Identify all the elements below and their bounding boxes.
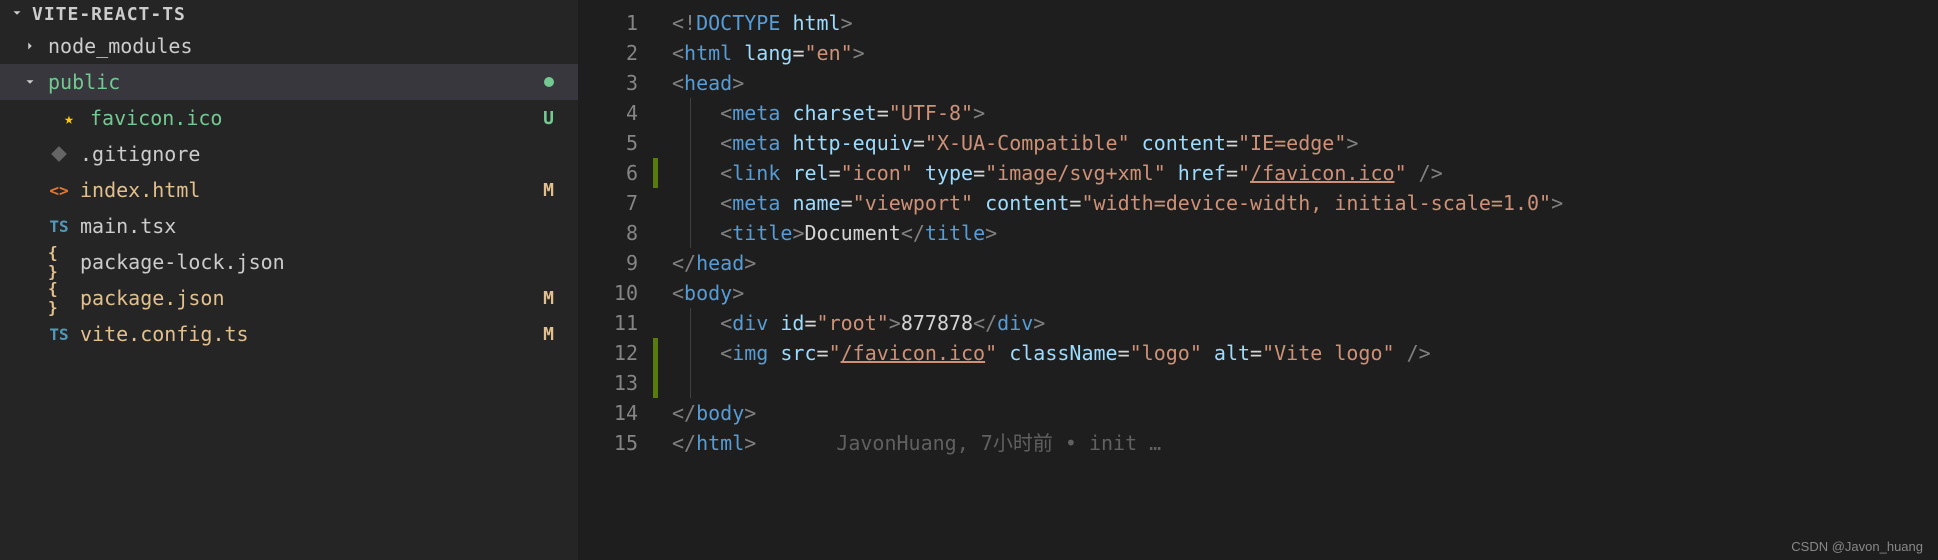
spacer [32, 110, 48, 126]
tree-item-main-tsx[interactable]: TS main.tsx [0, 208, 578, 244]
spacer [22, 326, 38, 342]
code-line[interactable] [672, 368, 1938, 398]
tree-item-public[interactable]: public [0, 64, 578, 100]
modified-line-indicator [653, 338, 658, 368]
code-line[interactable]: <head> [672, 68, 1938, 98]
tree-item-package-lock-json[interactable]: { } package-lock.json [0, 244, 578, 280]
tree-item-label: main.tsx [80, 214, 554, 238]
code-line[interactable]: <html lang="en"> [672, 38, 1938, 68]
file-explorer-sidebar: VITE-REACT-TS node_modulespublic ★ favicon… [0, 0, 578, 560]
line-number-gutter: 123456789101112131415 [578, 0, 648, 560]
code-line[interactable]: </body> [672, 398, 1938, 428]
tree-item-node-modules[interactable]: node_modules [0, 28, 578, 64]
tree-item-label: node_modules [48, 34, 554, 58]
tree-item-label: package-lock.json [80, 250, 554, 274]
git-status-badge: M [534, 324, 554, 345]
tree-item--gitignore[interactable]: .gitignore [0, 136, 578, 172]
modified-dot-icon [544, 77, 554, 87]
line-number: 4 [578, 98, 648, 128]
code-line[interactable]: <title>Document</title> [672, 218, 1938, 248]
chevron-down-icon [10, 4, 24, 25]
tree-item-label: index.html [80, 178, 524, 202]
code-editor[interactable]: 123456789101112131415 <!DOCTYPE html><ht… [578, 0, 1938, 560]
line-number: 13 [578, 368, 648, 398]
typescript-icon: TS [48, 215, 70, 237]
line-number: 3 [578, 68, 648, 98]
code-line[interactable]: <meta http-equiv="X-UA-Compatible" conte… [672, 128, 1938, 158]
star-icon: ★ [58, 107, 80, 129]
code-line[interactable]: </head> [672, 248, 1938, 278]
typescript-icon: TS [48, 323, 70, 345]
chevron-down-icon [22, 74, 38, 90]
line-number: 11 [578, 308, 648, 338]
line-number: 9 [578, 248, 648, 278]
json-icon: { } [48, 251, 70, 273]
modified-line-indicator [653, 368, 658, 398]
git-status-badge: M [534, 180, 554, 201]
spacer [22, 182, 38, 198]
code-line[interactable]: </html>JavonHuang, 7小时前 • init … [672, 428, 1938, 458]
tree-item-favicon-ico[interactable]: ★ favicon.ico U [0, 100, 578, 136]
code-line[interactable]: <body> [672, 278, 1938, 308]
spacer [22, 218, 38, 234]
line-number: 10 [578, 278, 648, 308]
tree-item-label: favicon.ico [90, 106, 524, 130]
line-number: 6 [578, 158, 648, 188]
chevron-right-icon [22, 38, 38, 54]
spacer [22, 254, 38, 270]
git-status-badge: M [534, 288, 554, 309]
json-icon: { } [48, 287, 70, 309]
code-line[interactable]: <img src="/favicon.ico" className="logo"… [672, 338, 1938, 368]
git-status-badge: U [534, 108, 554, 129]
code-icon: <> [48, 179, 70, 201]
line-number: 7 [578, 188, 648, 218]
code-line[interactable]: <link rel="icon" type="image/svg+xml" hr… [672, 158, 1938, 188]
code-line[interactable]: <div id="root">877878</div> [672, 308, 1938, 338]
line-number: 5 [578, 128, 648, 158]
code-line[interactable]: <meta name="viewport" content="width=dev… [672, 188, 1938, 218]
file-tree: node_modulespublic ★ favicon.ico U .gitignor… [0, 28, 578, 352]
line-number: 12 [578, 338, 648, 368]
spacer [22, 146, 38, 162]
tree-item-label: public [48, 70, 534, 94]
modified-line-indicator [653, 158, 658, 188]
line-number: 15 [578, 428, 648, 458]
git-blame-annotation: JavonHuang, 7小时前 • init … [756, 431, 1161, 455]
tree-item-vite-config-ts[interactable]: TS vite.config.ts M [0, 316, 578, 352]
tree-item-label: package.json [80, 286, 524, 310]
code-line[interactable]: <!DOCTYPE html> [672, 8, 1938, 38]
code-line[interactable]: <meta charset="UTF-8"> [672, 98, 1938, 128]
code-content[interactable]: <!DOCTYPE html><html lang="en"><head> <m… [648, 0, 1938, 560]
spacer [22, 290, 38, 306]
tree-item-package-json[interactable]: { } package.json M [0, 280, 578, 316]
line-number: 1 [578, 8, 648, 38]
line-number: 8 [578, 218, 648, 248]
diamond-icon [48, 143, 70, 165]
project-name-label: VITE-REACT-TS [32, 4, 186, 25]
tree-item-index-html[interactable]: <> index.html M [0, 172, 578, 208]
line-number: 14 [578, 398, 648, 428]
watermark: CSDN @Javon_huang [1791, 539, 1923, 554]
tree-item-label: vite.config.ts [80, 322, 524, 346]
line-number: 2 [578, 38, 648, 68]
project-title[interactable]: VITE-REACT-TS [0, 0, 578, 28]
tree-item-label: .gitignore [80, 142, 554, 166]
